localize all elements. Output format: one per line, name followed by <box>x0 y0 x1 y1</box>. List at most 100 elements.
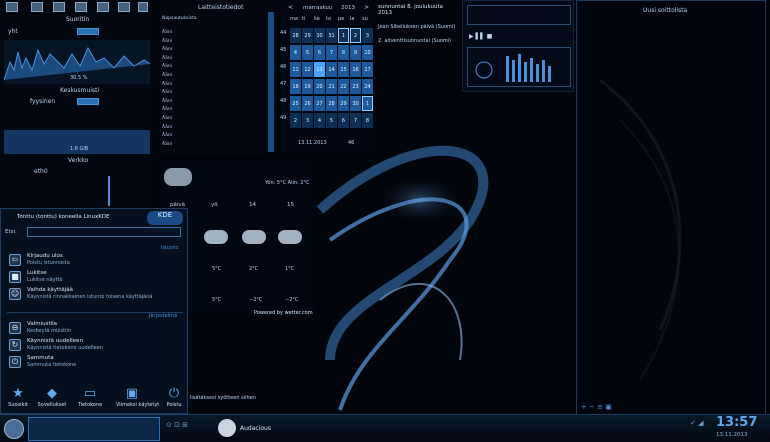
media-play-button[interactable]: ▶ ▌▌ ■ <box>469 33 492 40</box>
memory-title: Keskusmuisti <box>60 87 100 94</box>
weather-cloud-icon <box>242 230 266 244</box>
calendar-day[interactable]: 28 <box>290 28 301 43</box>
calendar-day[interactable]: 17 <box>362 62 373 77</box>
calendar-prev-button[interactable]: < <box>288 4 293 11</box>
menu-item-switch-user[interactable]: ☺ Vaihda käyttäjää Käynnistä rinnakkaine… <box>7 287 185 302</box>
calendar-day[interactable]: 5 <box>326 113 337 128</box>
tray-signal-icon[interactable] <box>138 2 148 12</box>
device-row[interactable]: Ääni <box>162 30 172 35</box>
calendar-day[interactable]: 5 <box>302 45 313 60</box>
menu-item-restart[interactable]: ↻ Käynnistä uudelleen Käynnistä tietokon… <box>7 338 185 353</box>
calendar-date-field[interactable]: 13.11.2013 <box>298 140 327 146</box>
calendar-weekday: pe <box>338 16 345 22</box>
tab-leave[interactable]: ⏻ Poistu <box>158 386 190 414</box>
device-row[interactable]: Ääni <box>162 39 172 44</box>
device-row[interactable]: Ääni <box>162 56 172 61</box>
tab-favorites[interactable]: ★ Suosikit <box>2 386 34 414</box>
calendar-day[interactable]: 11 <box>290 62 301 77</box>
calendar-day[interactable]: 3 <box>362 28 373 43</box>
menu-item-suspend[interactable]: ⊖ Valmiustila Keskeytä muistiin <box>7 321 185 336</box>
device-row[interactable]: Ääni <box>162 47 172 52</box>
playlist-controls[interactable]: + − ≡ ▣ <box>581 403 612 411</box>
calendar-week-field[interactable]: 46 <box>348 140 354 146</box>
calendar-day[interactable]: 15 <box>338 62 349 77</box>
calendar-day[interactable]: 14 <box>326 62 337 77</box>
tray-disk-icon[interactable] <box>53 2 65 12</box>
calendar-day[interactable]: 27 <box>314 96 325 111</box>
cpu-graph: 30.5 % <box>3 40 151 84</box>
calendar-day[interactable]: 19 <box>302 79 313 94</box>
calendar-day[interactable]: 20 <box>314 79 325 94</box>
menu-item-logout[interactable]: ⇦ Kirjaudu ulos Poistu istunnosta <box>7 253 185 268</box>
calendar-day[interactable]: 18 <box>290 79 301 94</box>
calendar-day[interactable]: 3 <box>302 113 313 128</box>
calendar-day[interactable]: 6 <box>314 45 325 60</box>
calendar-day[interactable]: 8 <box>338 45 349 60</box>
calendar-day[interactable]: 30 <box>314 28 325 43</box>
calendar-scrollbar[interactable] <box>268 12 274 152</box>
calendar-day[interactable]: 1 <box>338 28 349 43</box>
menu-item-shutdown[interactable]: ⏻ Sammuta Sammuta tietokone <box>7 355 185 370</box>
calendar-day[interactable]: 22 <box>338 79 349 94</box>
calendar-day[interactable]: 6 <box>338 113 349 128</box>
calendar-year[interactable]: 2013 <box>341 5 355 11</box>
calendar-day[interactable]: 29 <box>302 28 313 43</box>
calendar-day[interactable]: 12 <box>302 62 313 77</box>
pager[interactable] <box>28 417 160 441</box>
tab-applications[interactable]: ◆ Sovellukset <box>36 386 68 414</box>
cpu-title: Suoritin <box>66 16 90 23</box>
tab-computer[interactable]: ▭ Tietokone <box>74 386 106 414</box>
calendar-day[interactable]: 29 <box>338 96 349 111</box>
calendar-day[interactable]: 26 <box>302 96 313 111</box>
search-input[interactable] <box>27 227 181 237</box>
calendar-day[interactable]: 2 <box>290 113 301 128</box>
weather-powered-link[interactable]: Powered by wetter.com <box>254 310 313 316</box>
quick-launch-icons[interactable]: ⊙ ⊡ ⊞ <box>166 421 188 429</box>
tray-folder-icon[interactable] <box>6 2 18 12</box>
calendar-day[interactable]: 9 <box>350 45 361 60</box>
calendar-weekday: la <box>350 16 355 22</box>
calendar-day[interactable]: 16 <box>350 62 361 77</box>
device-row[interactable]: Ääni <box>162 99 172 104</box>
tray-device-icon[interactable] <box>97 2 109 12</box>
calendar-day[interactable]: 24 <box>362 79 373 94</box>
calendar-day[interactable]: 21 <box>326 79 337 94</box>
tray-disk-icon[interactable] <box>31 2 43 12</box>
device-row[interactable]: Ääni <box>162 142 172 147</box>
calendar-day[interactable]: 30 <box>350 96 361 111</box>
taskbar-task-audacious[interactable]: Audacious <box>240 425 271 432</box>
cpu-bar <box>77 28 99 35</box>
calendar-day[interactable]: 28 <box>326 96 337 111</box>
device-row[interactable]: Ääni <box>162 64 172 69</box>
menu-item-lock[interactable]: ■ Lukitse Lukitse näyttö <box>7 270 185 285</box>
calendar-day[interactable]: 13 <box>314 62 325 77</box>
clock-time[interactable]: 13:57 <box>716 415 757 430</box>
weather-cloud-icon <box>278 230 302 244</box>
device-row[interactable]: Ääni <box>162 107 172 112</box>
device-row[interactable]: Ääni <box>162 133 172 138</box>
calendar-day[interactable]: 2 <box>350 28 361 43</box>
calendar-day[interactable]: 7 <box>326 45 337 60</box>
device-row[interactable]: Ääni <box>162 125 172 130</box>
tab-recent[interactable]: ▣ Viimeksi käytetyt <box>116 386 159 414</box>
tray-network-icon[interactable] <box>75 2 87 12</box>
device-row[interactable]: Ääni <box>162 90 172 95</box>
tray-file-icon[interactable] <box>118 2 130 12</box>
calendar-day[interactable]: 7 <box>350 113 361 128</box>
calendar-day[interactable]: 4 <box>290 45 301 60</box>
device-row[interactable]: Ääni <box>162 73 172 78</box>
calendar-day[interactable]: 23 <box>350 79 361 94</box>
calendar-day[interactable]: 10 <box>362 45 373 60</box>
calendar-next-button[interactable]: > <box>364 4 369 11</box>
device-row[interactable]: Ääni <box>162 82 172 87</box>
calendar-day[interactable]: 25 <box>290 96 301 111</box>
system-tray[interactable]: ✓ ◢ <box>690 419 703 427</box>
calendar-month[interactable]: marraskuu <box>303 5 332 11</box>
calendar-day[interactable]: 8 <box>362 113 373 128</box>
kde-menu-button[interactable] <box>4 419 24 439</box>
calendar-day[interactable]: 1 <box>362 96 373 111</box>
device-row[interactable]: Ääni <box>162 116 172 121</box>
equalizer-bars[interactable] <box>468 48 572 88</box>
calendar-day[interactable]: 31 <box>326 28 337 43</box>
calendar-day[interactable]: 4 <box>314 113 325 128</box>
